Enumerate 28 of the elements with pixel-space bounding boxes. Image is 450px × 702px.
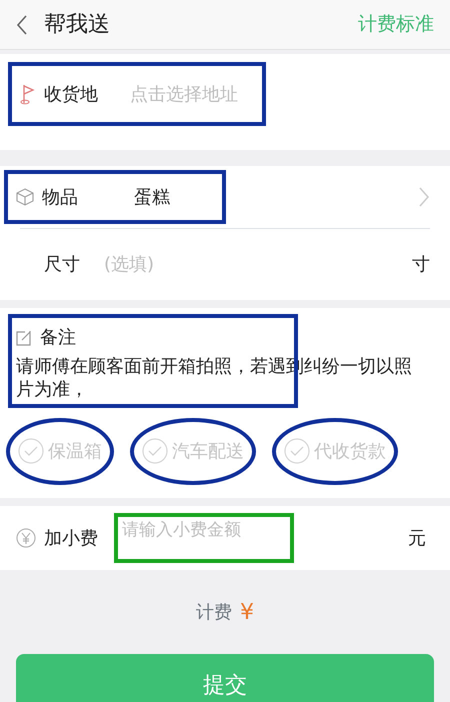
option-label[interactable]: 汽车配送 <box>172 438 244 465</box>
checkbox[interactable] <box>18 438 44 464</box>
section-label: 备注 <box>40 326 76 350</box>
edit-icon <box>16 330 32 346</box>
option-label[interactable]: 保温箱 <box>48 438 102 465</box>
page-title: 帮我送 <box>44 11 110 39</box>
field-label: 加小费 <box>44 526 98 550</box>
tip-field[interactable]: 请输入小费金额 <box>114 513 294 563</box>
item-value[interactable]: 蛋糕 <box>134 184 170 210</box>
field-label: 物品 <box>42 186 78 210</box>
submit-button[interactable]: 提交 <box>16 654 434 702</box>
pricing-link[interactable]: 计费标准 <box>358 10 434 39</box>
chevron-right-icon <box>418 186 430 208</box>
yuan-icon <box>16 528 36 548</box>
address-placeholder[interactable]: 点击选择地址 <box>130 80 238 108</box>
fee-label: 计费 <box>196 600 232 624</box>
field-label: 收货地 <box>44 82 98 106</box>
flag-icon <box>20 83 36 105</box>
option-label[interactable]: 代收货款 <box>314 438 386 465</box>
fee-amount: ¥ <box>240 598 254 626</box>
checkbox[interactable] <box>284 438 310 464</box>
box-icon <box>16 188 34 206</box>
unit-label: 寸 <box>412 253 430 277</box>
back-button[interactable] <box>16 14 28 36</box>
checkbox[interactable] <box>142 438 168 464</box>
size-placeholder[interactable]: (选填) <box>104 251 412 278</box>
unit-label: 元 <box>408 526 426 550</box>
field-label: 尺寸 <box>44 253 80 277</box>
